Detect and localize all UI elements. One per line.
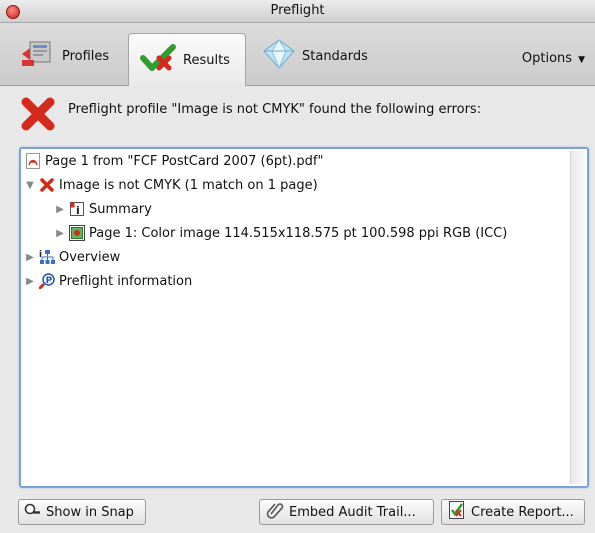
tab-results[interactable]: Results [128,33,246,86]
tree-row-label: Overview [59,249,121,265]
close-button[interactable] [6,5,20,19]
pdf-file-icon [25,153,41,169]
disclosure-collapsed-icon[interactable]: ▶ [25,252,35,263]
profiles-icon [20,40,56,72]
tree-row-label: Preflight information [59,273,193,289]
paperclip-icon [265,500,285,524]
tree-scrollbar[interactable] [570,151,585,484]
results-checkmark-icon [139,44,177,76]
show-in-snap-label: Show in Snap [46,504,134,520]
error-x-icon [39,177,55,193]
results-panel: Preflight profile "Image is not CMYK" fo… [0,86,595,533]
tree-row-overview[interactable]: ▶ i Overview [25,246,120,268]
banner-message: Preflight profile "Image is not CMYK" fo… [68,102,482,117]
tree-row-label: Page 1 from "FCF PostCard 2007 (6pt).pdf… [45,153,324,169]
tree-row-image[interactable]: ▶ Page 1: Color image 114.515x118.575 pt… [55,222,507,244]
tree-row-preflight-info[interactable]: ▶ P Preflight information [25,270,192,292]
svg-text:P: P [46,276,53,286]
tab-profiles[interactable]: Profiles [10,33,126,79]
tab-standards[interactable]: Standards [252,33,382,79]
tree-row-label: Image is not CMYK (1 match on 1 page) [59,177,318,193]
preflight-window: Preflight Profiles Results Standards Opt… [0,0,595,533]
svg-text:i: i [76,204,80,217]
create-report-label: Create Report... [471,504,574,520]
toolbar: Profiles Results Standards Options ▼ [0,23,595,86]
tab-profiles-label: Profiles [62,48,110,64]
create-report-button[interactable]: Create Report... [441,499,585,525]
tab-standards-label: Standards [302,48,368,64]
report-icon [447,500,467,524]
hierarchy-icon: i [39,249,55,265]
show-in-snap-button[interactable]: Show in Snap [18,499,146,525]
tree-row-summary[interactable]: ▶ i Summary [55,198,152,220]
error-x-icon [20,96,56,132]
disclosure-collapsed-icon[interactable]: ▶ [25,276,35,287]
bottom-button-bar: Show in Snap Embed Audit Trail... Create… [0,499,595,533]
disclosure-collapsed-icon[interactable]: ▶ [55,204,65,215]
embed-audit-trail-label: Embed Audit Trail... [289,504,416,520]
standards-diamond-icon [262,39,296,73]
image-icon [69,225,85,241]
title-bar: Preflight [0,0,595,23]
error-banner: Preflight profile "Image is not CMYK" fo… [16,88,586,140]
options-menu[interactable]: Options ▼ [522,51,585,66]
magnifier-p-icon: P [38,273,55,290]
options-label: Options [521,51,573,66]
disclosure-expanded-icon[interactable]: ▼ [25,180,35,191]
results-tree[interactable]: Page 1 from "FCF PostCard 2007 (6pt).pdf… [19,147,589,488]
disclosure-collapsed-icon[interactable]: ▶ [55,228,65,239]
tree-row-page[interactable]: Page 1 from "FCF PostCard 2007 (6pt).pdf… [25,150,323,172]
options-caret-icon: ▼ [578,55,585,65]
snap-magnifier-icon [24,503,42,521]
tree-row-label: Page 1: Color image 114.515x118.575 pt 1… [89,225,508,241]
window-title: Preflight [270,3,325,18]
tab-results-label: Results [183,52,230,68]
embed-audit-trail-button[interactable]: Embed Audit Trail... [259,499,434,525]
info-icon: i [69,201,85,217]
tree-row-label: Summary [89,201,152,217]
tree-row-error[interactable]: ▼ Image is not CMYK (1 match on 1 page) [25,174,318,196]
